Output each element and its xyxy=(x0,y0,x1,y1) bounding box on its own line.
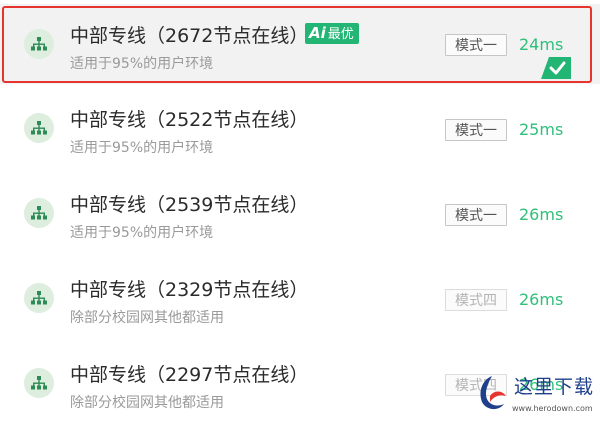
server-title: 中部专线（2539节点在线） xyxy=(70,194,309,216)
network-node-icon xyxy=(24,368,54,398)
best-badge: Ai 最优 xyxy=(305,23,359,44)
server-title: 中部专线（2522节点在线） xyxy=(70,109,309,131)
mode-tag: 模式四 xyxy=(445,289,507,311)
best-label: 最优 xyxy=(327,27,354,42)
server-row-3[interactable]: 中部专线（2329节点在线） 除部分校园网其他都适用 模式四 26ms xyxy=(0,258,600,338)
network-node-icon xyxy=(24,283,54,313)
server-list: 中部专线（2672节点在线） Ai 最优 适用于95%的用户环境 模式一 24ms… xyxy=(0,0,600,425)
mode-tag: 模式一 xyxy=(445,204,507,226)
watermark-logo-icon xyxy=(480,376,506,410)
server-subtitle: 除部分校园网其他都适用 xyxy=(70,395,224,411)
server-subtitle: 除部分校园网其他都适用 xyxy=(70,310,224,326)
network-node-icon xyxy=(24,29,54,59)
server-title: 中部专线（2672节点在线） xyxy=(70,25,309,47)
latency-value: 24ms xyxy=(519,35,564,54)
watermark-url: www.herodown.com xyxy=(512,404,593,413)
watermark-text: 这里下载 xyxy=(514,376,595,398)
mode-tag: 模式一 xyxy=(445,119,507,141)
server-subtitle: 适用于95%的用户环境 xyxy=(70,225,214,241)
checkmark-icon xyxy=(541,57,571,79)
server-subtitle: 适用于95%的用户环境 xyxy=(70,140,214,156)
latency-value: 26ms xyxy=(519,205,564,224)
mode-tag: 模式一 xyxy=(445,34,507,56)
network-node-icon xyxy=(24,198,54,228)
ai-label: Ai xyxy=(309,24,326,42)
network-node-icon xyxy=(24,113,54,143)
server-subtitle: 适用于95%的用户环境 xyxy=(70,56,214,72)
server-title: 中部专线（2329节点在线） xyxy=(70,279,309,301)
latency-value: 25ms xyxy=(519,120,564,139)
server-row-1[interactable]: 中部专线（2522节点在线） 适用于95%的用户环境 模式一 25ms xyxy=(0,88,600,168)
server-title: 中部专线（2297节点在线） xyxy=(70,364,309,386)
server-row-2[interactable]: 中部专线（2539节点在线） 适用于95%的用户环境 模式一 26ms xyxy=(0,173,600,253)
watermark: 这里下载 www.herodown.com xyxy=(470,372,598,422)
latency-value: 26ms xyxy=(519,290,564,309)
server-row-0[interactable]: 中部专线（2672节点在线） Ai 最优 适用于95%的用户环境 模式一 24ms xyxy=(0,4,600,84)
